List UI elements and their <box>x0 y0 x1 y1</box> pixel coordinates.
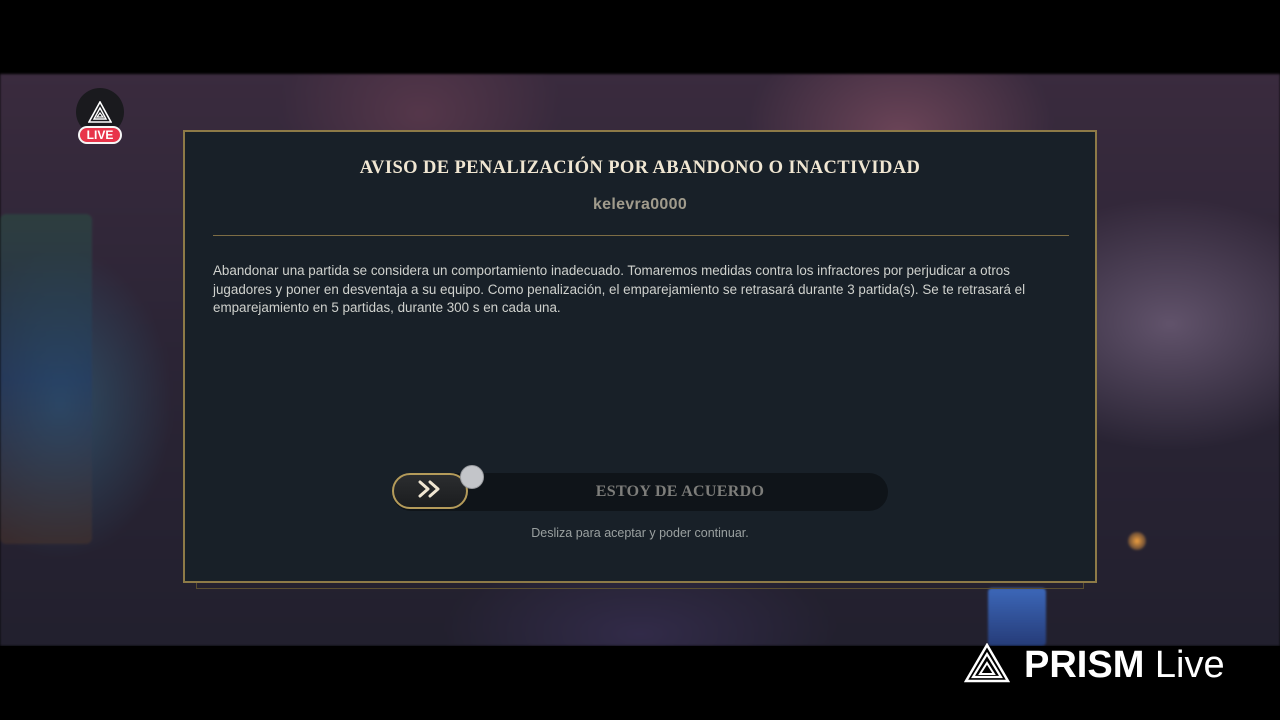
live-indicator: LIVE <box>76 88 124 146</box>
slider-hint: Desliza para aceptar y poder continuar. <box>531 526 749 540</box>
background-card-art <box>0 214 92 544</box>
prism-suffix: Live <box>1154 643 1225 686</box>
slider-knob[interactable] <box>460 465 484 489</box>
background-glow <box>1128 532 1146 550</box>
dialog-underline <box>196 583 1084 589</box>
live-label: LIVE <box>78 126 122 144</box>
penalty-dialog: AVISO DE PENALIZACIÓN POR ABANDONO O INA… <box>183 130 1097 583</box>
double-chevron-right-icon <box>417 480 443 502</box>
prism-logo-icon <box>963 642 1011 687</box>
letterbox-top <box>0 0 1280 74</box>
prism-live-watermark: PRISM Live <box>963 642 1225 688</box>
divider <box>213 235 1069 236</box>
dialog-title: AVISO DE PENALIZACIÓN POR ABANDONO O INA… <box>359 158 921 178</box>
dialog-body: Abandonar una partida se considera un co… <box>213 263 1026 315</box>
dialog-username: kelevra0000 <box>592 196 688 213</box>
prism-live-text: PRISM Live <box>1024 644 1225 687</box>
prism-brand: PRISM <box>1024 643 1145 686</box>
slider-handle[interactable] <box>392 473 468 509</box>
agree-slider[interactable]: ESTOY DE ACUERDO <box>392 465 888 511</box>
background-blue-card <box>988 588 1046 646</box>
